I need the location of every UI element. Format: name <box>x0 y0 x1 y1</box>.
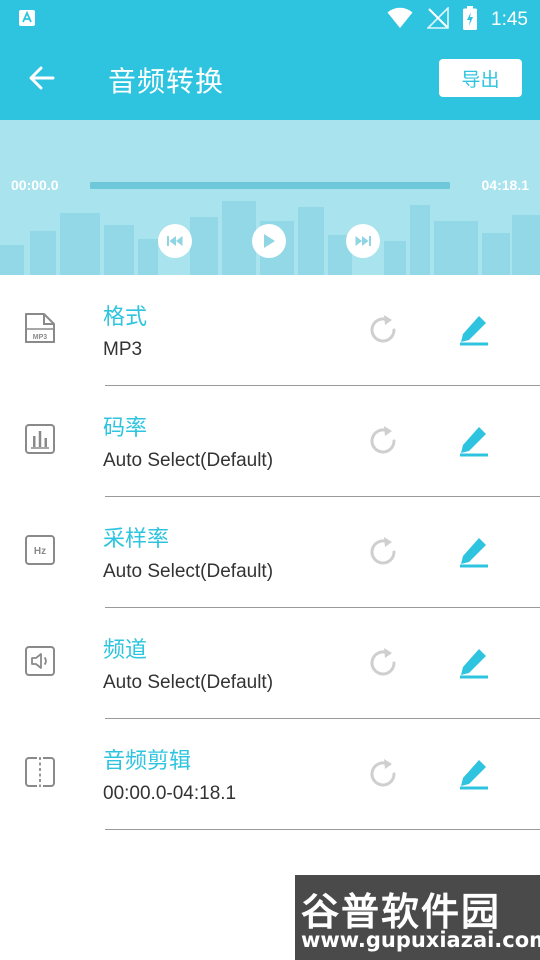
play-icon <box>264 234 275 248</box>
hz-icon: Hz <box>25 535 55 565</box>
divider <box>105 829 540 830</box>
setting-value: Auto Select(Default) <box>103 561 274 582</box>
progress-bar[interactable] <box>90 182 450 189</box>
settings-list: MP3 格式 MP3 码率 Auto Select(Default) Hz 采样… <box>0 275 540 830</box>
reset-icon[interactable] <box>366 424 400 458</box>
speaker-icon <box>25 646 55 676</box>
setting-value: Auto Select(Default) <box>103 672 274 693</box>
trim-icon <box>25 757 55 787</box>
no-signal-icon <box>426 6 449 33</box>
setting-label: 频道 <box>103 638 148 663</box>
audio-player: 00:00.0 04:18.1 <box>0 120 540 275</box>
battery-charging-icon <box>463 6 478 34</box>
back-button[interactable] <box>22 58 62 98</box>
setting-row-format[interactable]: MP3 格式 MP3 <box>0 275 540 386</box>
setting-row-sample-rate[interactable]: Hz 采样率 Auto Select(Default) <box>0 497 540 608</box>
setting-label: 格式 <box>103 305 148 330</box>
export-button[interactable]: 导出 <box>439 59 522 97</box>
setting-value: Auto Select(Default) <box>103 450 274 471</box>
toolbar: 音频转换 导出 <box>0 36 540 120</box>
page-title: 音频转换 <box>108 65 225 98</box>
setting-row-trim[interactable]: 音频剪辑 00:00.0-04:18.1 <box>0 719 540 830</box>
skip-next-icon <box>355 236 371 246</box>
svg-text:MP3: MP3 <box>33 334 48 341</box>
setting-value: 00:00.0-04:18.1 <box>103 783 237 804</box>
edit-icon[interactable] <box>456 311 492 347</box>
reset-icon[interactable] <box>366 313 400 347</box>
reset-icon[interactable] <box>366 535 400 569</box>
edit-icon[interactable] <box>456 422 492 458</box>
wifi-icon <box>387 7 413 33</box>
current-time: 00:00.0 <box>11 177 59 193</box>
status-bar: 1:45 <box>0 0 540 36</box>
edit-icon[interactable] <box>456 755 492 791</box>
svg-text:Hz: Hz <box>34 546 46 557</box>
skip-previous-button[interactable] <box>158 224 192 258</box>
edit-icon[interactable] <box>456 533 492 569</box>
skip-next-button[interactable] <box>346 224 380 258</box>
setting-value: MP3 <box>103 339 143 360</box>
reset-icon[interactable] <box>366 757 400 791</box>
total-duration: 04:18.1 <box>481 177 529 193</box>
setting-row-channel[interactable]: 频道 Auto Select(Default) <box>0 608 540 719</box>
setting-label: 码率 <box>103 416 148 441</box>
status-time: 1:45 <box>491 9 528 30</box>
watermark-url: www.gupuxiazai.com <box>301 928 540 952</box>
arrow-left-icon <box>29 66 55 90</box>
reset-icon[interactable] <box>366 646 400 680</box>
skip-previous-icon <box>167 236 183 246</box>
mp3-file-icon: MP3 <box>25 313 55 343</box>
edit-icon[interactable] <box>456 644 492 680</box>
watermark: 谷普软件园 www.gupuxiazai.com <box>295 875 540 960</box>
setting-label: 采样率 <box>103 527 170 552</box>
bar-chart-icon <box>25 424 55 454</box>
app-notification-icon <box>18 9 36 31</box>
setting-label: 音频剪辑 <box>103 749 192 774</box>
setting-row-bitrate[interactable]: 码率 Auto Select(Default) <box>0 386 540 497</box>
play-button[interactable] <box>252 224 286 258</box>
